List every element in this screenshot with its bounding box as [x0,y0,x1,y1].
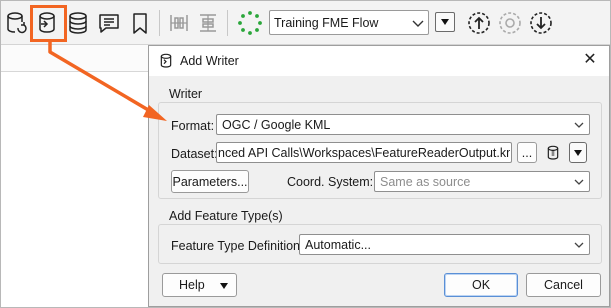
download-icon[interactable] [526,8,556,38]
read-data-icon[interactable] [1,8,31,38]
parameters-button[interactable]: Parameters... [171,170,249,193]
bookmark-icon[interactable] [125,8,155,38]
coord-system-label: Coord. System: [287,175,374,189]
dataset-input[interactable]: nced API Calls\Workspaces\FeatureReaderO… [216,142,512,163]
distribute-horizontal-icon[interactable] [164,8,194,38]
toolbar-separator [159,10,160,36]
canvas-panel [1,45,148,307]
ftd-value: Automatic... [305,238,371,252]
dataset-menu-button[interactable] [569,142,587,163]
flow-connection-value: Training FME Flow [274,16,379,30]
ftd-select[interactable]: Automatic... [299,234,590,255]
dialog-title: Add Writer [180,54,239,68]
coord-system-select[interactable]: Same as source [374,171,590,192]
flow-menu-button[interactable] [435,12,455,32]
publish-icon[interactable] [464,8,494,38]
ftd-label: Feature Type Definition: [171,239,304,253]
format-value: OGC / Google KML [222,118,331,132]
caret-down-icon [574,149,582,156]
annotation-icon[interactable] [94,8,124,38]
help-button-label: Help [179,278,205,292]
dataset-value: nced API Calls\Workspaces\FeatureReaderO… [218,146,510,160]
flow-sync-icon[interactable] [495,8,525,38]
caret-down-icon [220,283,228,289]
chevron-down-icon [574,122,584,128]
main-toolbar: Training FME Flow [1,1,610,45]
writer-group-title: Writer [167,87,205,101]
flow-status-icon[interactable] [235,8,265,38]
chevron-down-icon [412,20,424,27]
close-icon[interactable]: ✕ [579,49,601,71]
canvas-tab-strip [1,45,148,72]
distribute-vertical-icon[interactable] [193,8,223,38]
chevron-down-icon [574,242,584,248]
format-label: Format: [171,119,215,133]
dataset-label: Dataset: [171,147,218,161]
format-select[interactable]: OGC / Google KML [216,114,590,135]
add-writer-highlight [30,5,67,42]
dialog-titlebar: Add Writer ✕ [149,46,609,76]
database-icon [547,145,559,160]
ok-button[interactable]: OK [444,273,518,297]
flow-connection-select[interactable]: Training FME Flow [269,10,429,35]
toolbar-separator [227,10,228,36]
dataset-options-button[interactable] [543,142,563,163]
cancel-button[interactable]: Cancel [526,273,601,297]
coord-system-value: Same as source [380,175,471,189]
feature-type-group-title: Add Feature Type(s) [167,209,285,223]
help-button[interactable]: Help [162,273,237,297]
chevron-down-icon [574,179,584,185]
add-writer-icon [160,53,172,68]
browse-button[interactable]: ... [517,142,537,163]
add-writer-dialog: Add Writer ✕ Writer Format: OGC / Google… [148,45,610,307]
feature-types-icon[interactable] [63,8,93,38]
